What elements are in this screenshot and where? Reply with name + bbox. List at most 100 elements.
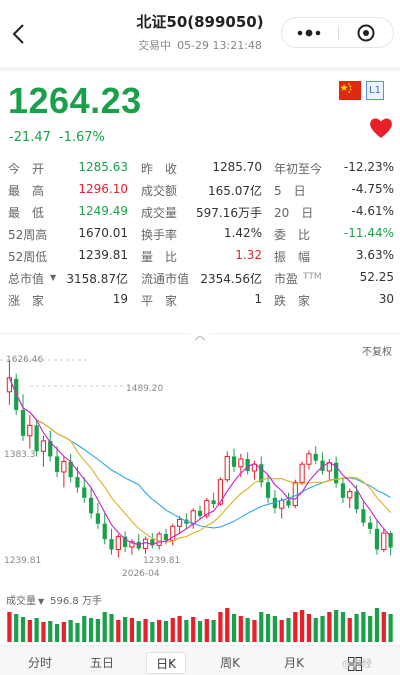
stat-value: 19 [112, 292, 128, 306]
candle-body [211, 500, 216, 505]
stat-label: 20 日 [274, 206, 314, 220]
price-change: -21.47 -1.67% [9, 130, 113, 145]
y-axis-mid-label: 1383.3 [4, 450, 36, 460]
stat-label: 52周高 [8, 228, 48, 242]
volume-bar [354, 614, 359, 642]
stat-label: 振 幅 [274, 250, 311, 264]
stat-value: -11.44% [343, 226, 394, 240]
stats-row: 涨 家 19 平 家 1 跌 家 30 [0, 292, 400, 314]
volume-bar [225, 608, 230, 642]
volume-bar [293, 612, 298, 642]
period-tab-bar: 分时 五日 日K 周K 月K [0, 645, 400, 675]
volume-bar [102, 612, 107, 642]
volume-bar [68, 620, 73, 642]
candle-body [286, 500, 291, 506]
volume-bar [197, 621, 203, 642]
stats-row: 52周低 1239.81 量 比 1.32 振 幅 3.63% [0, 248, 400, 270]
timestamp: 05-29 13:21:48 [177, 39, 262, 52]
volume-bar [313, 618, 318, 642]
volume-bar [252, 620, 257, 642]
tab-weekly-k[interactable]: 周K [210, 652, 250, 674]
china-flag-icon [339, 81, 361, 100]
more-dots-icon [297, 29, 321, 37]
candle-body [20, 409, 26, 436]
watermark: @财经 [342, 659, 372, 670]
level-badge[interactable]: L1 [366, 81, 384, 100]
tab-intraday[interactable]: 分时 [20, 652, 60, 674]
candle-body [102, 523, 107, 540]
stat-value: 1.42% [223, 226, 262, 240]
stat-value: 1.32 [235, 248, 262, 262]
candle-body [347, 491, 353, 499]
tab-monthly-k[interactable]: 月K [274, 652, 314, 674]
volume-bar [191, 617, 196, 642]
change-percent: -1.67% [58, 130, 105, 145]
volume-bar [34, 618, 39, 642]
volume-bar [381, 612, 386, 642]
volume-bar [388, 614, 393, 642]
favorite-button[interactable] [368, 116, 394, 140]
close-button[interactable] [339, 18, 394, 47]
stat-value: 52.25 [359, 270, 394, 284]
kline-chart[interactable] [0, 352, 400, 582]
volume-bar [129, 618, 135, 642]
volume-bar [177, 616, 182, 642]
volume-bar [272, 616, 277, 642]
stat-value: -12.23% [343, 160, 394, 174]
ma5-line [8, 377, 392, 546]
tab-five-day[interactable]: 五日 [82, 652, 122, 674]
volume-bar [259, 612, 264, 642]
stat-label: 昨 收 [141, 162, 178, 176]
volume-bar [157, 620, 162, 642]
target-close-icon [357, 24, 375, 42]
volume-bar [20, 617, 26, 642]
candle-body [340, 483, 346, 498]
stat-label: 最 高 [8, 184, 45, 198]
volume-chart [7, 608, 393, 642]
stat-label: 委 比 [274, 228, 311, 242]
stat-value: 2354.56亿 [200, 272, 262, 286]
volume-bar [334, 610, 339, 642]
candle-body [306, 453, 312, 465]
stat-value: 3158.87亿 [66, 272, 128, 286]
candle-body [190, 510, 196, 525]
volume-bar [109, 614, 114, 642]
volume-bar [150, 622, 155, 642]
volume-bar [95, 619, 101, 642]
stat-value: 1296.10 [78, 182, 128, 196]
stats-row: 总市值 ▼ 3158.87亿 流通市值 2354.56亿 市盈 TTM 52.25 [0, 270, 400, 292]
collapse-handle[interactable] [190, 328, 210, 343]
candle-body [27, 424, 33, 437]
candle-body [163, 534, 169, 541]
change-amount: -21.47 [9, 130, 51, 145]
volume-bar [204, 619, 209, 642]
volume-bar [123, 617, 128, 642]
tab-daily-k[interactable]: 日K [146, 652, 186, 674]
stat-label: 平 家 [141, 294, 178, 308]
volume-bar [245, 618, 250, 642]
stat-value: 165.07亿 [208, 184, 262, 198]
nav-header: 北证50(899050) 交易中 05-29 13:21:48 [0, 0, 400, 66]
more-button[interactable] [282, 18, 338, 47]
volume-bar [27, 620, 32, 642]
candle-body [361, 509, 366, 523]
candle-body [61, 461, 67, 473]
volume-bar [61, 622, 66, 642]
volume-bar [340, 612, 346, 642]
stat-value: -4.61% [351, 204, 394, 218]
last-price: 1264.23 [8, 80, 142, 121]
candle-body [374, 528, 380, 550]
triangle-down-icon[interactable]: ▼ [50, 273, 56, 282]
stat-label: 量 比 [141, 250, 178, 264]
volume-bar [320, 616, 325, 642]
candle-body [197, 510, 203, 516]
stat-value: 1670.01 [78, 226, 128, 240]
stat-value: -4.75% [351, 182, 394, 196]
stat-value: 1 [254, 292, 262, 306]
stats-row: 最 低 1249.49 成交量 597.16万手 20 日 -4.61% [0, 204, 400, 226]
volume-bar [143, 619, 148, 642]
volume-bar [41, 622, 46, 642]
candle-body [368, 522, 373, 529]
candle-body [54, 456, 60, 472]
stat-label: 市盈 [274, 272, 299, 286]
